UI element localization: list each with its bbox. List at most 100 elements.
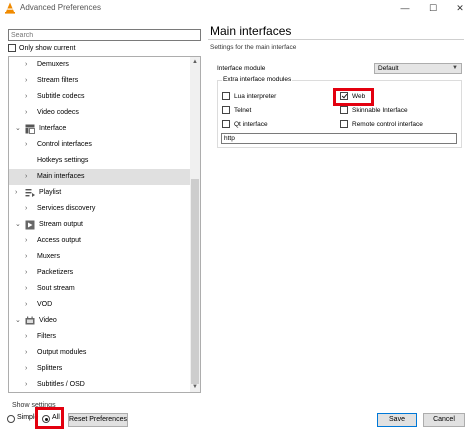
search-input[interactable] [8, 29, 201, 41]
tree-item-label: VOD [37, 301, 53, 308]
tree-item-interface[interactable]: ⌄ Interface [9, 121, 191, 137]
tree-item-label: Packetizers [37, 269, 74, 276]
stream-output-icon [25, 220, 35, 230]
remote-control-option[interactable]: Remote control interface [340, 119, 423, 129]
lua-checkbox[interactable] [222, 92, 230, 100]
tree-item-packetizers[interactable]: › Packetizers [9, 265, 191, 281]
tree-item-main-interfaces[interactable]: › Main interfaces [9, 169, 191, 185]
qt-label: Qt interface [234, 120, 268, 128]
lua-interpreter-option[interactable]: Lua interpreter [222, 91, 276, 101]
tree-item-label: Interface [39, 125, 67, 132]
tree-item-muxers[interactable]: › Muxers [9, 249, 191, 265]
tree-item-demuxers[interactable]: › Demuxers [9, 57, 191, 73]
minimize-button[interactable]: — [391, 0, 419, 16]
tree-item-label: Services discovery [37, 205, 96, 212]
interface-module-value: Default [378, 65, 399, 72]
chevron-down-icon[interactable]: ⌄ [15, 217, 21, 233]
tree-item-subtitles-osd[interactable]: › Subtitles / OSD [9, 377, 191, 392]
chevron-right-icon[interactable]: › [25, 201, 27, 217]
chevron-right-icon[interactable]: › [25, 73, 27, 89]
qt-interface-option[interactable]: Qt interface [222, 119, 268, 129]
tree-item-label: Hotkeys settings [37, 157, 89, 164]
lua-label: Lua interpreter [234, 92, 277, 100]
only-show-current-checkbox[interactable]: Only show current [8, 43, 75, 53]
video-icon [25, 316, 35, 326]
modules-text-input[interactable] [221, 133, 457, 144]
only-show-current-label: Only show current [19, 44, 76, 52]
chevron-right-icon[interactable]: › [25, 89, 27, 105]
tree-item-video[interactable]: ⌄ Video [9, 313, 191, 329]
tree-item-access-output[interactable]: › Access output [9, 233, 191, 249]
tree-item-stream-output[interactable]: ⌄ Stream output [9, 217, 191, 233]
tree-item-label: Output modules [37, 349, 87, 356]
chevron-right-icon[interactable]: › [25, 377, 27, 392]
chevron-right-icon[interactable]: › [15, 185, 17, 201]
tree-item-vod[interactable]: › VOD [9, 297, 191, 313]
chevron-right-icon[interactable]: › [25, 105, 27, 121]
chevron-right-icon[interactable]: › [25, 361, 27, 377]
chevron-down-icon: ▼ [452, 65, 458, 71]
tree-item-label: Demuxers [37, 61, 69, 68]
interface-icon [25, 124, 35, 134]
playlist-icon [25, 188, 35, 198]
scroll-down-arrow-icon[interactable]: ▼ [190, 382, 200, 392]
tree-item-label: Subtitle codecs [37, 93, 85, 100]
telnet-option[interactable]: Telnet [222, 105, 251, 115]
scroll-up-arrow-icon[interactable]: ▲ [190, 57, 200, 67]
qt-checkbox[interactable] [222, 120, 230, 128]
chevron-right-icon[interactable]: › [25, 329, 27, 345]
tree-item-sout-stream[interactable]: › Sout stream [9, 281, 191, 297]
tree-item-output-modules[interactable]: › Output modules [9, 345, 191, 361]
highlight-all-box [35, 407, 64, 429]
page-title: Main interfaces [210, 24, 292, 38]
remote-checkbox[interactable] [340, 120, 348, 128]
chevron-right-icon[interactable]: › [25, 265, 27, 281]
simple-radio[interactable] [7, 415, 15, 423]
chevron-right-icon[interactable]: › [25, 281, 27, 297]
tree-item-label: Stream output [39, 221, 83, 228]
remote-label: Remote control interface [352, 120, 423, 128]
tree-item-label: Subtitles / OSD [37, 381, 85, 388]
skinnable-option[interactable]: Skinnable Interface [340, 105, 408, 115]
close-button[interactable]: ✕ [446, 0, 474, 16]
telnet-checkbox[interactable] [222, 106, 230, 114]
telnet-label: Telnet [234, 106, 252, 114]
tree-item-label: Main interfaces [37, 173, 85, 180]
tree-item-label: Access output [37, 237, 81, 244]
tree-item-subtitle-codecs[interactable]: › Subtitle codecs [9, 89, 191, 105]
chevron-right-icon[interactable]: › [25, 169, 27, 185]
tree-item-video-codecs[interactable]: › Video codecs [9, 105, 191, 121]
chevron-right-icon[interactable]: › [25, 249, 27, 265]
chevron-right-icon[interactable]: › [25, 57, 27, 73]
maximize-button[interactable]: ☐ [419, 0, 447, 16]
vlc-cone-icon [5, 2, 15, 14]
tree-item-splitters[interactable]: › Splitters [9, 361, 191, 377]
tree-item-control-interfaces[interactable]: › Control interfaces [9, 137, 191, 153]
scroll-thumb[interactable] [191, 179, 199, 384]
tree-item-hotkeys-settings[interactable]: Hotkeys settings [9, 153, 191, 169]
chevron-down-icon[interactable]: ⌄ [15, 313, 21, 329]
highlight-web-box [333, 88, 374, 106]
page-subtitle: Settings for the main interface [210, 44, 297, 51]
chevron-right-icon[interactable]: › [25, 233, 27, 249]
reset-preferences-button[interactable]: Reset Preferences [68, 413, 128, 427]
interface-module-select[interactable]: Default ▼ [374, 63, 462, 74]
tree-item-playlist[interactable]: › Playlist [9, 185, 191, 201]
preferences-tree[interactable]: › Demuxers › Stream filters › Subtitle codecs… [8, 56, 201, 393]
chevron-right-icon[interactable]: › [25, 297, 27, 313]
cancel-button[interactable]: Cancel [423, 413, 465, 427]
checkbox-box[interactable] [8, 44, 16, 52]
chevron-right-icon[interactable]: › [25, 137, 27, 153]
tree-item-services-discovery[interactable]: › Services discovery [9, 201, 191, 217]
chevron-down-icon[interactable]: ⌄ [15, 121, 21, 137]
tree-item-filters[interactable]: › Filters [9, 329, 191, 345]
chevron-right-icon[interactable]: › [25, 345, 27, 361]
tree-item-label: Filters [37, 333, 57, 340]
save-button[interactable]: Save [377, 413, 417, 427]
extra-modules-title: Extra interface modules [222, 76, 293, 83]
skinnable-checkbox[interactable] [340, 106, 348, 114]
title-divider [208, 39, 464, 40]
tree-item-stream-filters[interactable]: › Stream filters [9, 73, 191, 89]
tree-item-label: Video codecs [37, 109, 79, 116]
tree-scrollbar[interactable]: ▲ ▼ [190, 57, 200, 392]
